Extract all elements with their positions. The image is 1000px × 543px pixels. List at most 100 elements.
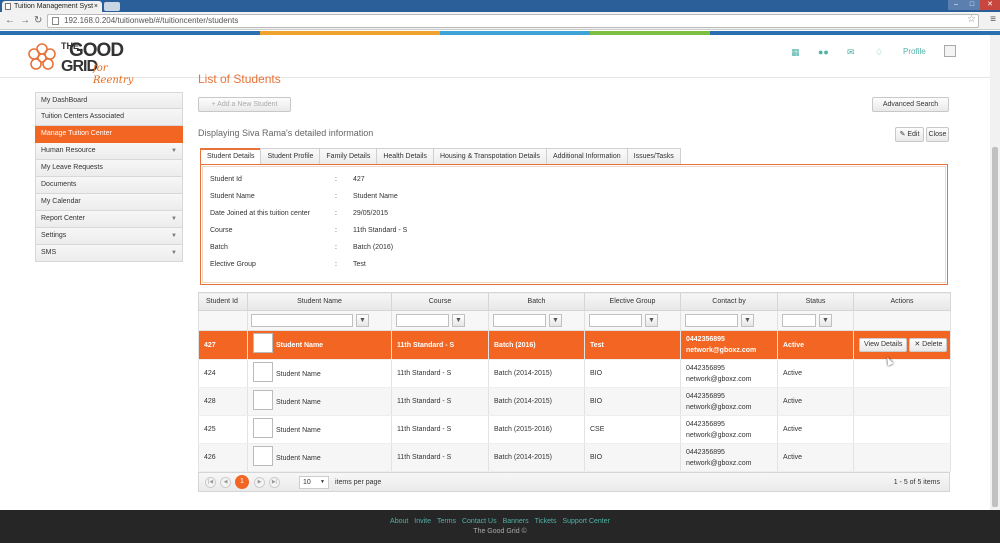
- users-icon[interactable]: ●●: [818, 47, 829, 57]
- mail-icon[interactable]: ✉: [847, 47, 855, 57]
- column-header-status[interactable]: Status: [777, 292, 854, 311]
- filter-input-course[interactable]: [396, 314, 449, 327]
- filter-icon[interactable]: ▼: [549, 314, 562, 327]
- avatar[interactable]: [944, 45, 956, 57]
- first-page-icon[interactable]: |◀: [205, 477, 216, 488]
- sidebar-item-label: SMS: [41, 249, 57, 256]
- filter-icon[interactable]: ▼: [356, 314, 369, 327]
- cell-actions: [853, 387, 951, 416]
- forward-arrow-icon[interactable]: →: [20, 15, 30, 27]
- table-row[interactable]: 427 Student Name 11th Standard - S Batch…: [198, 330, 951, 360]
- add-student-button[interactable]: + Add a New Student: [198, 97, 291, 112]
- column-header-course[interactable]: Course: [391, 292, 489, 311]
- tab-student-details[interactable]: Student Details: [200, 148, 262, 164]
- filter-input-contact-by[interactable]: [685, 314, 738, 327]
- advanced-search-button[interactable]: Advanced Search: [872, 97, 949, 112]
- current-page-button[interactable]: 1: [235, 475, 249, 489]
- tab-housing-transportation[interactable]: Housing & Transpotation Details: [432, 148, 547, 164]
- tab-health-details[interactable]: Health Details: [376, 148, 434, 164]
- column-header-elective-group[interactable]: Elective Group: [584, 292, 681, 311]
- sidebar-item-dashboard[interactable]: My DashBoard: [35, 92, 183, 109]
- filter-icon[interactable]: ▼: [645, 314, 658, 327]
- table-row[interactable]: 425 Student Name 11th Standard - S Batch…: [198, 415, 951, 444]
- filter-input-elective-group[interactable]: [589, 314, 642, 327]
- tab-family-details[interactable]: Family Details: [319, 148, 378, 164]
- contact-phone: 0442356895: [686, 448, 725, 456]
- filter-icon[interactable]: ▼: [741, 314, 754, 327]
- filter-cell-empty: [853, 310, 951, 331]
- table-row[interactable]: 424 Student Name 11th Standard - S Batch…: [198, 359, 951, 388]
- cell-student-id: 424: [198, 359, 248, 388]
- prev-page-icon[interactable]: ◀: [220, 477, 231, 488]
- good-grid-logo[interactable]: THE GOOD GRID for Reentry: [25, 41, 140, 86]
- footer-link-contact-us[interactable]: Contact Us: [462, 518, 497, 525]
- footer-link-tickets[interactable]: Tickets: [535, 518, 557, 525]
- cell-elective-group: BIO: [584, 387, 681, 416]
- student-name-text[interactable]: Student Name: [276, 454, 321, 461]
- footer-link-banners[interactable]: Banners: [503, 518, 529, 525]
- filter-input-student-name[interactable]: [251, 314, 353, 327]
- close-button[interactable]: Close: [926, 127, 949, 142]
- delete-button[interactable]: ✕ Delete: [909, 338, 948, 352]
- sidebar-item-tuition-centers-associated[interactable]: Tuition Centers Associated: [35, 109, 183, 126]
- back-arrow-icon[interactable]: ←: [5, 15, 15, 27]
- browser-tab[interactable]: Tuition Management Syst ×: [2, 1, 102, 12]
- window-close-button[interactable]: ✕: [980, 0, 1000, 10]
- tab-additional-information[interactable]: Additional Information: [545, 148, 628, 164]
- column-header-batch[interactable]: Batch: [488, 292, 585, 311]
- last-page-icon[interactable]: ▶|: [269, 477, 280, 488]
- footer-link-terms[interactable]: Terms: [437, 518, 456, 525]
- tab-student-profile[interactable]: Student Profile: [260, 148, 321, 164]
- page-size-select[interactable]: 10 ▼: [299, 476, 329, 489]
- student-name-text[interactable]: Student Name: [276, 370, 321, 377]
- chevron-down-icon: ▼: [171, 233, 177, 239]
- column-header-contact-by[interactable]: Contact by: [680, 292, 778, 311]
- footer-links: About Invite Terms Contact Us Banners Ti…: [0, 517, 1000, 526]
- detail-value: 29/05/2015: [353, 210, 389, 217]
- profile-link[interactable]: Profile: [903, 47, 926, 57]
- filter-icon[interactable]: ▼: [452, 314, 465, 327]
- column-header-student-id[interactable]: Student Id: [198, 292, 248, 311]
- sidebar-item-sms[interactable]: SMS ▼: [35, 245, 183, 262]
- sidebar-item-report-center[interactable]: Report Center ▼: [35, 211, 183, 228]
- next-page-icon[interactable]: ▶: [254, 477, 265, 488]
- footer-link-support-center[interactable]: Support Center: [562, 518, 609, 525]
- bell-icon[interactable]: ♢: [875, 47, 883, 57]
- window-minimize-button[interactable]: –: [948, 0, 964, 10]
- student-name-text[interactable]: Student Name: [276, 398, 321, 405]
- student-name-text[interactable]: Student Name: [276, 426, 321, 433]
- browser-menu-icon[interactable]: ≡: [990, 14, 996, 25]
- page-scrollbar[interactable]: [990, 35, 1000, 510]
- sidebar-item-human-resource[interactable]: Human Resource ▼: [35, 143, 183, 160]
- sidebar-item-my-calendar[interactable]: My Calendar: [35, 194, 183, 211]
- table-row[interactable]: 428 Student Name 11th Standard - S Batch…: [198, 387, 951, 416]
- student-name-text[interactable]: Student Name: [276, 342, 323, 349]
- footer-link-about[interactable]: About: [390, 518, 408, 525]
- url-field[interactable]: 192.168.0.204/tuitionweb/#/tuitioncenter…: [47, 14, 979, 28]
- view-details-button[interactable]: View Details: [859, 338, 908, 352]
- sidebar-item-my-leave-requests[interactable]: My Leave Requests: [35, 160, 183, 177]
- filter-cell: ▼: [247, 310, 392, 331]
- window-maximize-button[interactable]: □: [964, 0, 980, 10]
- sidebar-item-documents[interactable]: Documents: [35, 177, 183, 194]
- chevron-down-icon: ▼: [171, 148, 177, 154]
- filter-icon[interactable]: ▼: [819, 314, 832, 327]
- table-row[interactable]: 426 Student Name 11th Standard - S Batch…: [198, 443, 951, 472]
- column-header-student-name[interactable]: Student Name: [247, 292, 392, 311]
- filter-input-batch[interactable]: [493, 314, 546, 327]
- scrollbar-thumb[interactable]: [992, 147, 998, 507]
- tab-issues-tasks[interactable]: Issues/Tasks: [626, 148, 681, 164]
- bookmark-star-icon[interactable]: ☆: [967, 14, 976, 25]
- filter-cell-empty: [198, 310, 248, 331]
- cell-batch: Batch (2014-2015): [488, 387, 585, 416]
- tab-close-icon[interactable]: ×: [94, 1, 98, 12]
- footer-link-invite[interactable]: Invite: [414, 518, 431, 525]
- sidebar-item-manage-tuition-center[interactable]: Manage Tuition Center: [35, 126, 183, 143]
- reload-icon[interactable]: ↻: [34, 15, 42, 27]
- new-tab-button[interactable]: [104, 2, 120, 11]
- apps-grid-icon[interactable]: ▦: [791, 47, 800, 57]
- filter-input-status[interactable]: [782, 314, 816, 327]
- edit-button[interactable]: ✎ Edit: [895, 127, 924, 142]
- sidebar-item-settings[interactable]: Settings ▼: [35, 228, 183, 245]
- cell-status: Active: [777, 359, 854, 388]
